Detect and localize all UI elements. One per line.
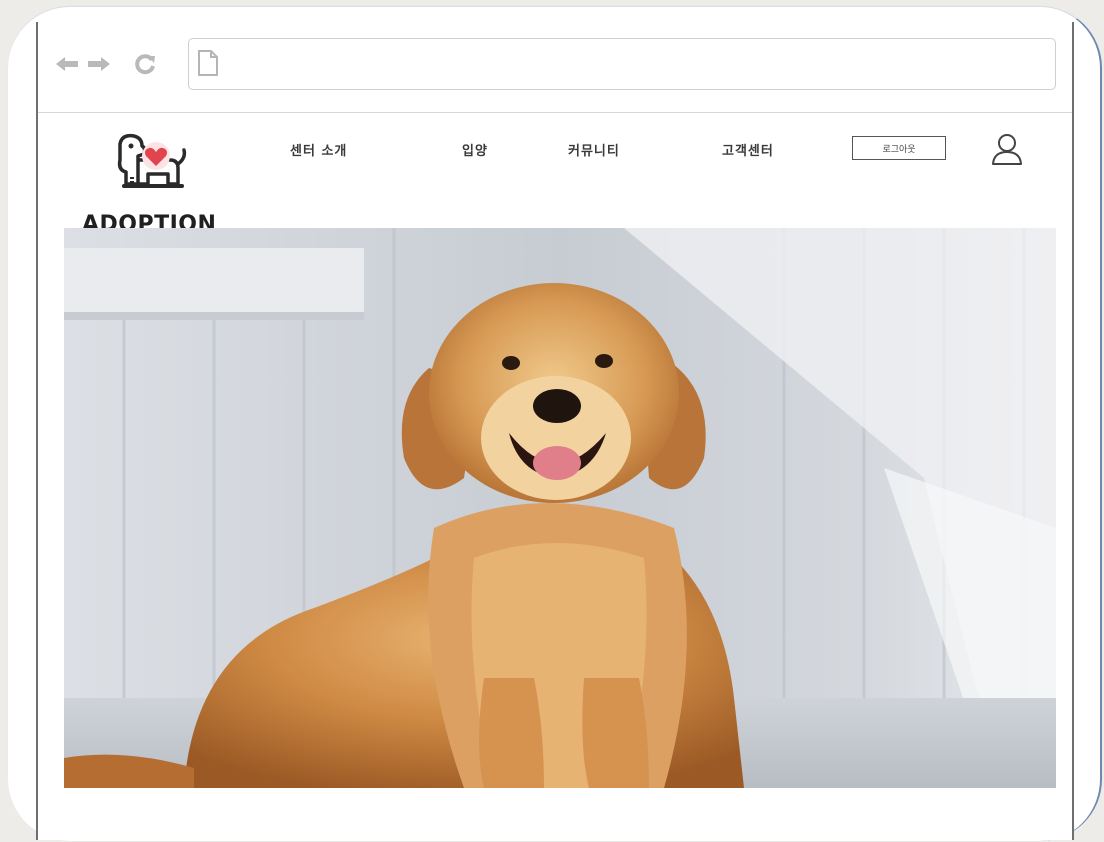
nav-item-customer-center[interactable]: 고객센터 bbox=[722, 140, 774, 159]
forward-button[interactable] bbox=[84, 52, 114, 76]
arrow-right-icon bbox=[88, 57, 110, 71]
nav-item-community[interactable]: 커뮤니티 bbox=[568, 140, 620, 159]
screenshot-card: ADOPTION 센터 소개 입양 커뮤니티 고객센터 로그아웃 bbox=[0, 0, 1104, 842]
logout-button[interactable]: 로그아웃 bbox=[852, 136, 946, 160]
dog-heart-logo-icon bbox=[117, 133, 187, 188]
browser-toolbar bbox=[38, 22, 1072, 113]
reload-button[interactable] bbox=[130, 52, 160, 76]
browser-window: ADOPTION 센터 소개 입양 커뮤니티 고객센터 로그아웃 bbox=[36, 22, 1074, 840]
back-button[interactable] bbox=[52, 52, 82, 76]
site-header: ADOPTION 센터 소개 입양 커뮤니티 고객센터 로그아웃 bbox=[38, 114, 1072, 237]
arrow-left-icon bbox=[56, 57, 78, 71]
golden-retriever-photo bbox=[64, 228, 1056, 788]
nav-item-adoption[interactable]: 입양 bbox=[462, 140, 488, 159]
site-logo[interactable]: ADOPTION bbox=[82, 130, 232, 237]
nav-item-center-intro[interactable]: 센터 소개 bbox=[290, 140, 347, 159]
address-bar[interactable] bbox=[188, 38, 1056, 90]
user-icon[interactable] bbox=[990, 132, 1024, 166]
hero-image bbox=[64, 228, 1056, 788]
reload-icon bbox=[135, 54, 155, 75]
page-icon bbox=[198, 50, 218, 76]
